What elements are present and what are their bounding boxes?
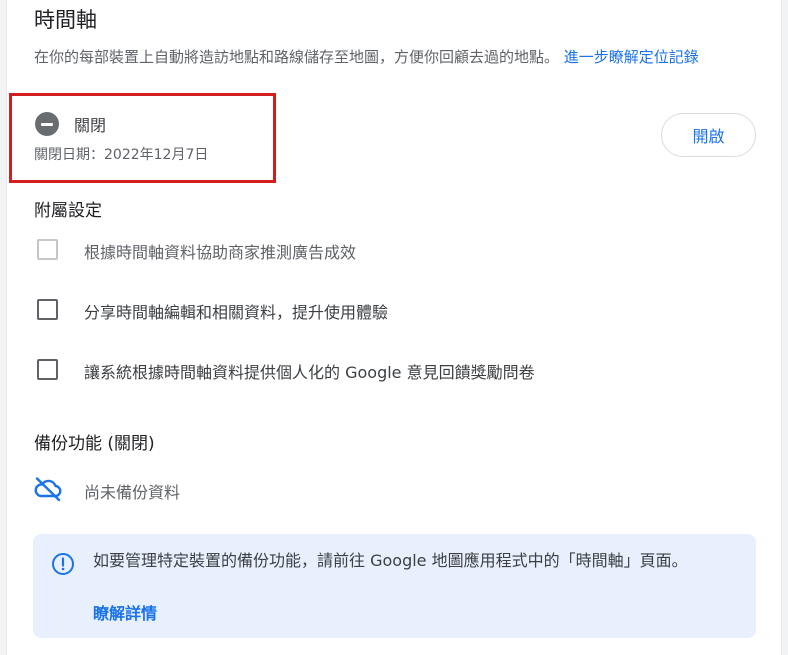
info-text: 如要管理特定裝置的備份功能，請前往 Google 地圖應用程式中的「時間軸」頁面… <box>93 551 688 570</box>
backup-status-text: 尚未備份資料 <box>84 483 181 502</box>
page-title: 時間軸 <box>34 8 97 32</box>
minus-circle-icon <box>35 112 59 136</box>
status-date: 關閉日期：2022年12月7日 <box>34 147 209 163</box>
survey-label[interactable]: 讓系統根據時間軸資料提供個人化的 Google 意見回饋獎勵問卷 <box>84 359 535 383</box>
survey-checkbox[interactable] <box>37 359 58 380</box>
info-icon <box>52 553 74 575</box>
timeline-settings-card: 時間軸 在你的每部裝置上自動將造訪地點和路線儲存至地圖，方便你回顧去過的地點。 … <box>6 0 782 655</box>
backup-heading: 備份功能 (關閉) <box>34 434 155 454</box>
ads-measurement-checkbox <box>37 239 58 260</box>
status-highlight-box <box>9 93 276 183</box>
status-label: 關閉 <box>74 116 107 135</box>
description-text: 在你的每部裝置上自動將造訪地點和路線儲存至地圖，方便你回顧去過的地點。 <box>34 48 560 66</box>
info-learn-more-link[interactable]: 瞭解詳情 <box>93 600 157 624</box>
enable-button[interactable]: 開啟 <box>661 113 756 157</box>
share-edits-checkbox[interactable] <box>37 299 58 320</box>
learn-more-link[interactable]: 進一步瞭解定位記錄 <box>564 48 699 66</box>
share-edits-label[interactable]: 分享時間軸編輯和相關資料，提升使用體驗 <box>84 299 388 323</box>
cloud-off-icon <box>34 477 62 502</box>
ads-measurement-label: 根據時間軸資料協助商家推測廣告成效 <box>84 243 357 262</box>
accessory-settings-heading: 附屬設定 <box>34 201 102 221</box>
info-banner: 如要管理特定裝置的備份功能，請前往 Google 地圖應用程式中的「時間軸」頁面… <box>33 534 756 638</box>
timeline-description: 在你的每部裝置上自動將造訪地點和路線儲存至地圖，方便你回顧去過的地點。 進一步瞭… <box>34 45 759 70</box>
